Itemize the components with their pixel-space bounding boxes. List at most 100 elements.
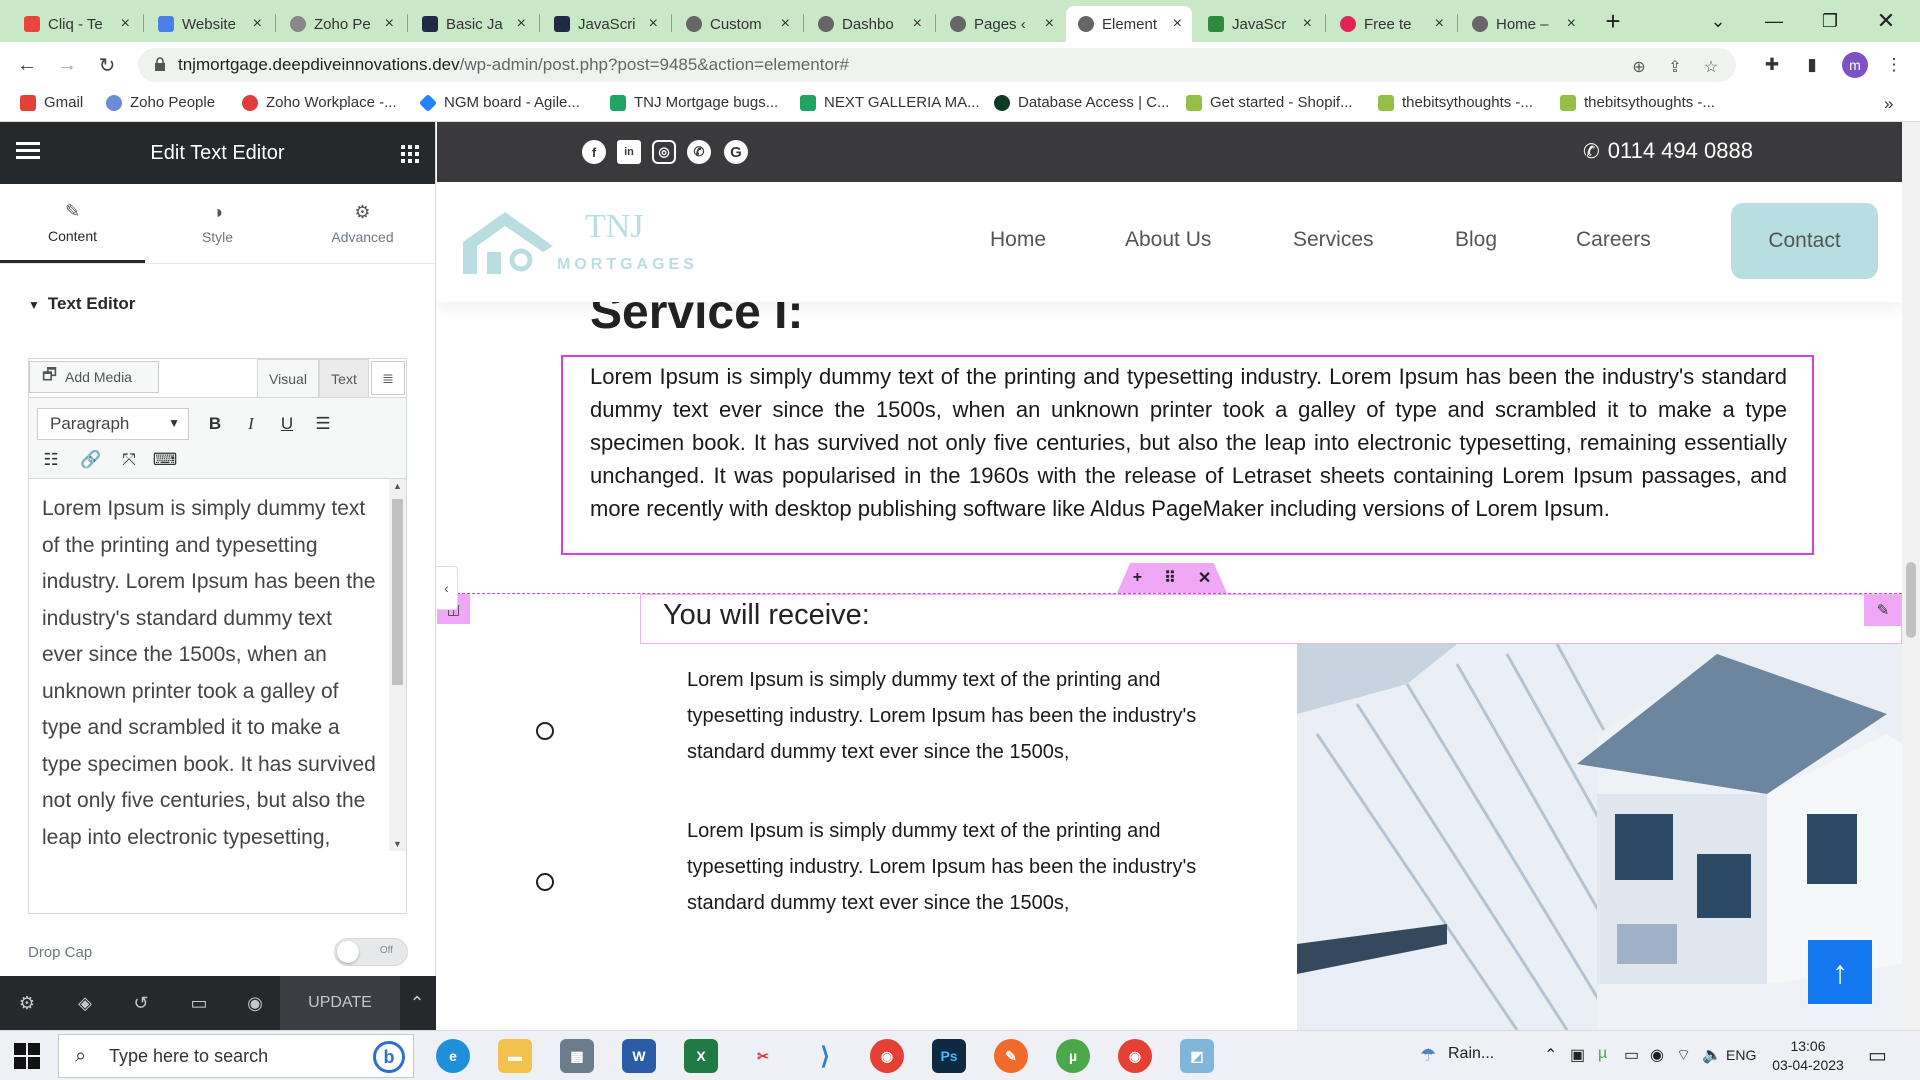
bookmark-item[interactable]: thebitsythoughts -... bbox=[1560, 94, 1715, 111]
excel-icon[interactable]: X bbox=[684, 1039, 718, 1073]
close-icon[interactable]: × bbox=[517, 15, 526, 33]
volume-icon[interactable]: 🔈 bbox=[1702, 1045, 1722, 1065]
browser-tab-active[interactable]: Element × bbox=[1066, 6, 1192, 42]
add-widget-icon[interactable]: + bbox=[1133, 569, 1142, 587]
notifications-icon[interactable]: ▭ bbox=[1868, 1043, 1887, 1068]
toolbar-toggle-icon[interactable]: ⌨ bbox=[151, 446, 179, 474]
whatsapp-icon[interactable]: ✆ bbox=[687, 140, 711, 164]
kitchen-sink-icon[interactable]: ≣ bbox=[371, 361, 405, 395]
link-icon[interactable]: 🔗 bbox=[77, 446, 105, 474]
navigator-layers-icon[interactable]: ◈ bbox=[72, 990, 98, 1016]
sidepanel-icon[interactable]: ▮ bbox=[1800, 53, 1824, 77]
snipping-tool-icon[interactable]: ✂ bbox=[746, 1039, 780, 1073]
add-media-button[interactable]: 🗗 Add Media bbox=[29, 361, 159, 393]
back-button[interactable]: ← bbox=[12, 50, 42, 80]
menu-icon[interactable]: ⋮ bbox=[1882, 53, 1906, 77]
close-window-button[interactable]: ✕ bbox=[1858, 0, 1914, 42]
update-button[interactable]: UPDATE bbox=[280, 976, 400, 1030]
browser-tab[interactable]: Dashbo × bbox=[806, 6, 932, 42]
close-icon[interactable]: × bbox=[1173, 15, 1182, 33]
bookmark-item[interactable]: Zoho Workplace -... bbox=[242, 94, 397, 111]
windows-start-icon[interactable] bbox=[14, 1043, 40, 1069]
instagram-icon[interactable]: ◎ bbox=[652, 140, 676, 164]
close-icon[interactable]: × bbox=[649, 15, 658, 33]
network-adapter-icon[interactable]: ▣ bbox=[1570, 1045, 1585, 1065]
chrome-icon[interactable]: ◉ bbox=[870, 1039, 904, 1073]
nav-services[interactable]: Services bbox=[1293, 228, 1374, 252]
close-icon[interactable]: × bbox=[913, 15, 922, 33]
close-icon[interactable]: × bbox=[1303, 15, 1312, 33]
drop-cap-toggle[interactable]: Off bbox=[334, 938, 408, 966]
pen-app-icon[interactable]: ✎ bbox=[994, 1039, 1028, 1073]
close-icon[interactable]: × bbox=[1435, 15, 1444, 33]
preview-eye-icon[interactable]: ◉ bbox=[242, 990, 268, 1016]
tab-text[interactable]: Text bbox=[319, 359, 369, 397]
battery-icon[interactable]: ▭ bbox=[1624, 1045, 1639, 1065]
close-icon[interactable]: × bbox=[121, 15, 130, 33]
facebook-icon[interactable]: f bbox=[582, 140, 606, 164]
reload-button[interactable]: ↻ bbox=[92, 50, 122, 80]
browser-tab[interactable]: JavaScri × bbox=[542, 6, 668, 42]
scroll-down-icon[interactable]: ▼ bbox=[393, 839, 402, 849]
extensions-icon[interactable]: ✚ bbox=[1760, 53, 1784, 77]
bookmark-star-icon[interactable]: ☆ bbox=[1700, 56, 1722, 78]
nav-careers[interactable]: Careers bbox=[1576, 228, 1651, 252]
browser-tab[interactable]: Basic Ja × bbox=[410, 6, 536, 42]
section-toggle-text-editor[interactable]: ▼ Text Editor bbox=[28, 294, 135, 314]
utorrent-tray-icon[interactable]: µ bbox=[1598, 1045, 1607, 1063]
bookmark-item[interactable]: Zoho People bbox=[106, 94, 215, 111]
calculator-icon[interactable]: ▦ bbox=[560, 1039, 594, 1073]
numbered-list-icon[interactable]: ☷ bbox=[37, 446, 65, 474]
tab-style[interactable]: ◑ Style bbox=[145, 184, 290, 263]
drag-handle-icon[interactable]: ⠿ bbox=[1164, 568, 1176, 588]
browser-tab[interactable]: Home – × bbox=[1460, 6, 1586, 42]
format-select[interactable]: Paragraph ▼ bbox=[37, 408, 189, 440]
history-icon[interactable]: ↺ bbox=[128, 990, 154, 1016]
tab-search-icon[interactable]: ⌄ bbox=[1690, 0, 1746, 42]
close-icon[interactable]: × bbox=[781, 15, 790, 33]
intro-text-widget[interactable]: Lorem Ipsum is simply dummy text of the … bbox=[590, 360, 1787, 525]
browser-tab[interactable]: Pages ‹ × bbox=[938, 6, 1064, 42]
nav-about-us[interactable]: About Us bbox=[1125, 228, 1211, 252]
close-icon[interactable]: × bbox=[253, 15, 262, 33]
chrome-profile-icon[interactable]: ◉ bbox=[1118, 1039, 1152, 1073]
nav-home[interactable]: Home bbox=[990, 228, 1046, 252]
browser-tab[interactable]: Free te × bbox=[1328, 6, 1454, 42]
bookmark-item[interactable]: Database Access | C... bbox=[994, 94, 1169, 111]
delete-widget-icon[interactable]: ✕ bbox=[1198, 568, 1211, 588]
bookmarks-overflow-button[interactable]: » bbox=[1884, 94, 1893, 114]
new-tab-button[interactable]: + bbox=[1585, 0, 1641, 42]
tray-overflow-icon[interactable]: ⌃ bbox=[1544, 1045, 1557, 1065]
receive-heading[interactable]: You will receive: bbox=[663, 599, 870, 632]
contact-button[interactable]: Contact bbox=[1731, 203, 1878, 279]
scrollbar-thumb[interactable] bbox=[392, 499, 403, 685]
maximize-button[interactable]: ❐ bbox=[1802, 0, 1858, 42]
file-explorer-icon[interactable]: ▬ bbox=[498, 1039, 532, 1073]
taskbar-search-input[interactable]: ⌕ Type here to search b bbox=[58, 1034, 414, 1078]
share-icon[interactable]: ⇪ bbox=[1664, 56, 1686, 78]
bing-icon[interactable]: b bbox=[373, 1041, 405, 1073]
browser-tab[interactable]: Zoho Pe × bbox=[278, 6, 404, 42]
site-logo[interactable]: TNJ MORTGAGES bbox=[457, 202, 694, 282]
phone-number[interactable]: ✆ 0114 494 0888 bbox=[1583, 138, 1753, 164]
underline-button[interactable]: U bbox=[273, 410, 301, 438]
scrollbar-thumb[interactable] bbox=[1906, 562, 1916, 638]
bullet-list-icon[interactable]: ☰ bbox=[309, 410, 337, 438]
bookmark-item[interactable]: Gmail bbox=[20, 94, 83, 111]
google-icon[interactable]: G bbox=[724, 140, 748, 164]
utorrent-icon[interactable]: µ bbox=[1056, 1039, 1090, 1073]
scroll-up-icon[interactable]: ▲ bbox=[393, 481, 402, 491]
close-icon[interactable]: × bbox=[1567, 15, 1576, 33]
tab-visual[interactable]: Visual bbox=[257, 359, 319, 397]
photoshop-icon[interactable]: Ps bbox=[932, 1039, 966, 1073]
tab-content[interactable]: ✎ Content bbox=[0, 184, 145, 263]
app-icon[interactable]: ◩ bbox=[1180, 1039, 1214, 1073]
bookmark-item[interactable]: TNJ Mortgage bugs... bbox=[610, 94, 778, 111]
fullscreen-icon[interactable]: ⤧ bbox=[115, 446, 143, 474]
zoom-icon[interactable]: ⊕ bbox=[1628, 56, 1650, 78]
forward-button[interactable]: → bbox=[52, 50, 82, 80]
italic-button[interactable]: I bbox=[237, 410, 265, 438]
chrome-tray-icon[interactable]: ◉ bbox=[1650, 1045, 1664, 1065]
tab-advanced[interactable]: ⚙ Advanced bbox=[290, 184, 435, 263]
edge-icon[interactable]: e bbox=[436, 1039, 470, 1073]
